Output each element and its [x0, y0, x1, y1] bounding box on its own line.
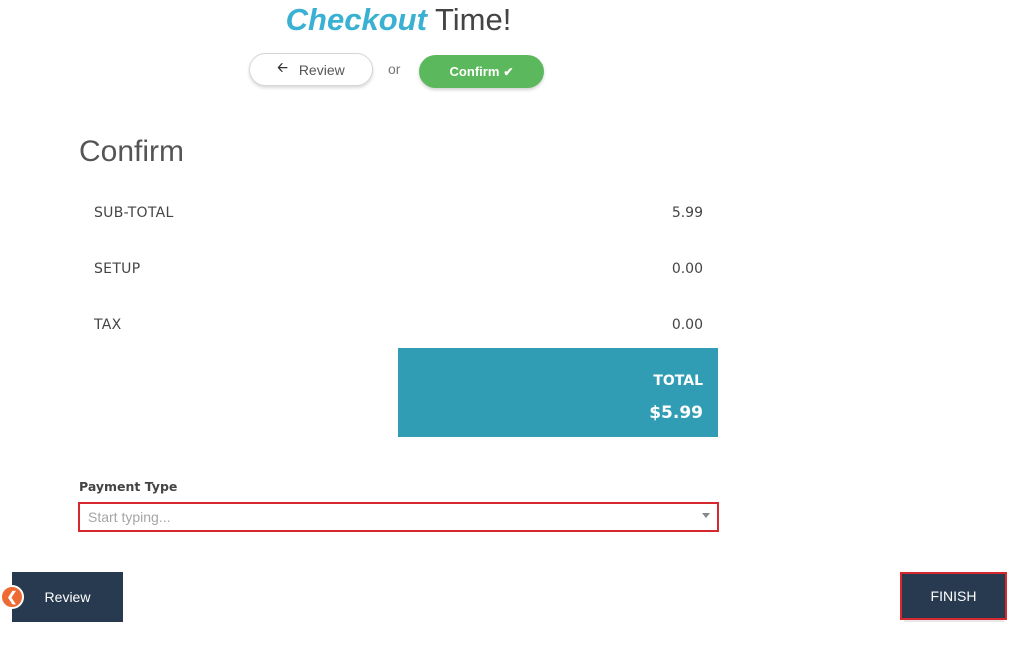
payment-type-placeholder: Start typing...	[88, 509, 171, 525]
payment-type-select[interactable]: Start typing...	[78, 502, 719, 532]
page-title-rest: Time!	[426, 2, 512, 37]
arrow-left-icon: 🡠	[277, 59, 288, 75]
summary-row-subtotal: SUB-TOTAL 5.99	[94, 203, 703, 223]
summary-row-setup: SETUP 0.00	[94, 259, 703, 279]
total-value: $5.99	[649, 403, 703, 423]
step-or-text: or	[388, 61, 401, 77]
finish-button[interactable]: FINISH	[900, 572, 1007, 620]
step-confirm-button[interactable]: Confirm ✔	[419, 55, 544, 88]
nav-review-label: Review	[44, 589, 91, 605]
page-title-accent: Checkout	[285, 2, 427, 37]
summary-label: TAX	[94, 317, 122, 333]
chevron-left-icon[interactable]: ❮	[0, 585, 24, 609]
step-review-label: Review	[298, 61, 345, 78]
page-title: Checkout Time!	[0, 0, 797, 40]
payment-type-label: Payment Type	[79, 479, 178, 494]
nav-review-button[interactable]: Review	[12, 572, 123, 622]
total-label: TOTAL	[653, 373, 703, 389]
step-confirm-label: Confirm	[449, 64, 500, 79]
summary-value: 0.00	[671, 261, 703, 277]
section-heading: Confirm	[79, 135, 185, 168]
summary-value: 0.00	[671, 317, 703, 333]
step-review-button[interactable]: 🡠 Review	[249, 53, 373, 86]
summary-value: 5.99	[671, 205, 703, 221]
total-box: TOTAL $5.99	[398, 348, 718, 437]
summary-label: SUB-TOTAL	[94, 205, 174, 221]
finish-button-label: FINISH	[930, 588, 977, 604]
summary-row-tax: TAX 0.00	[94, 315, 703, 335]
summary-label: SETUP	[94, 261, 141, 277]
caret-down-icon[interactable]	[702, 513, 710, 518]
check-icon: ✔	[503, 64, 514, 79]
